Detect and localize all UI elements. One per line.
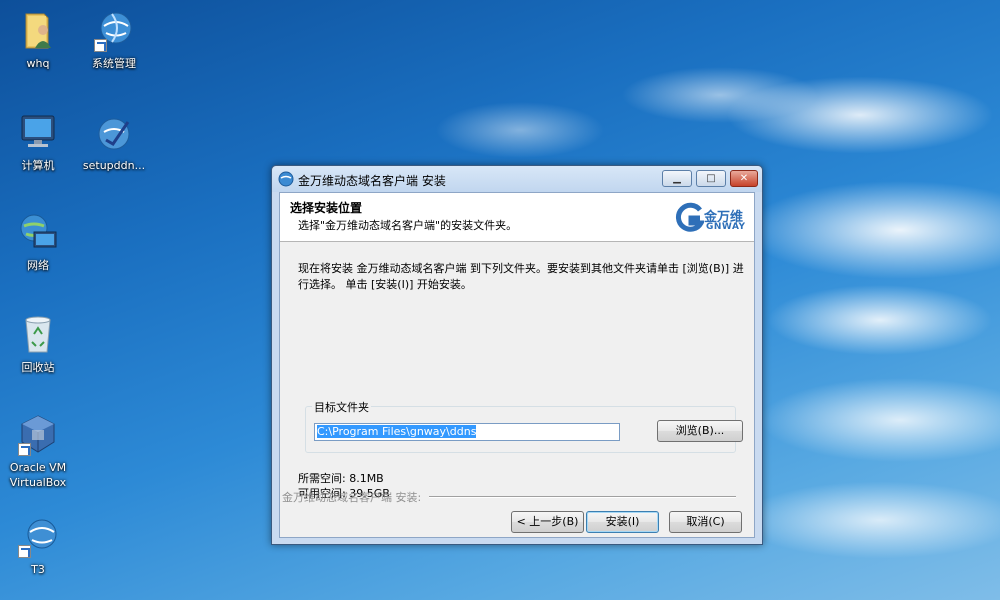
install-button[interactable]: 安装(I) [586,511,659,533]
user-folder-icon [16,8,60,52]
logo-text-en: GNWAY [706,222,746,232]
cancel-button[interactable]: 取消(C) [669,511,742,533]
browse-button[interactable]: 浏览(B)... [657,420,743,442]
installer-client-area: 选择安装位置 选择"金万维动态域名客户端"的安装文件夹。 金万维 GNWAY 现… [279,192,755,538]
close-button[interactable]: ✕ [730,170,758,187]
desktop-icon-t3[interactable]: T3 [2,514,74,577]
destination-folder-group: 目标文件夹 C:\Program Files\gnway\ddns 浏览(B).… [305,399,743,453]
install-description: 现在将安装 金万维动态域名客户端 到下列文件夹。要安装到其他文件夹请单击 [浏览… [298,262,744,291]
computer-icon [16,110,60,154]
back-button[interactable]: < 上一步(B) [511,511,584,533]
desktop-icon-recycle-bin[interactable]: 回收站 [2,312,74,375]
branding-divider: 金万维动态域名客户端 安装: [282,489,748,505]
installer-icon [92,110,136,154]
desktop-icon-virtualbox[interactable]: Oracle VM VirtualBox [2,412,74,490]
window-title: 金万维动态域名客户端 安装 [298,174,446,188]
shortcut-arrow-icon [94,39,107,52]
divider-line [429,496,736,498]
destination-path-input[interactable]: C:\Program Files\gnway\ddns [314,423,620,441]
shortcut-arrow-icon [18,545,31,558]
desktop-icon-setupddns[interactable]: setupddn... [78,110,150,173]
desktop: whq 系统管理 计算机 setupddn... 网络 回收站 Oracle V… [0,0,1000,600]
shortcut-arrow-icon [18,443,31,456]
desktop-icon-label: 回收站 [21,361,55,374]
wizard-header: 选择安装位置 选择"金万维动态域名客户端"的安装文件夹。 金万维 GNWAY [280,193,754,242]
page-subtitle: 选择"金万维动态域名客户端"的安装文件夹。 [298,219,518,232]
recycle-bin-icon [16,312,60,356]
installer-window: 金万维动态域名客户端 安装 ▁ □ ✕ 选择安装位置 选择"金万维动态域名客户端… [271,165,763,545]
gnway-globe-icon [92,8,136,52]
desktop-icon-label: T3 [31,563,45,576]
gnway-logo: 金万维 GNWAY [674,201,754,235]
desktop-icon-label: 计算机 [21,159,55,172]
desktop-icon-label: Oracle VM VirtualBox [9,461,67,489]
desktop-icon-whq[interactable]: whq [2,8,74,71]
space-required: 所需空间: 8.1MB [298,472,384,485]
title-bar[interactable]: 金万维动态域名客户端 安装 ▁ □ ✕ [272,166,762,192]
page-title: 选择安装位置 [290,201,363,215]
minimize-button[interactable]: ▁ [662,170,692,187]
maximize-button[interactable]: □ [696,170,726,187]
desktop-icon-label: setupddn... [82,159,146,172]
desktop-icon-computer[interactable]: 计算机 [2,110,74,173]
desktop-icon-system-management[interactable]: 系统管理 [78,8,150,71]
destination-path-value: C:\Program Files\gnway\ddns [317,425,477,438]
branding-text: 金万维动态域名客户端 安装: [282,491,422,504]
network-icon [16,210,60,254]
destination-folder-label: 目标文件夹 [312,399,371,415]
desktop-icon-label: 网络 [27,259,49,272]
gnway-g-icon [675,202,704,232]
desktop-icon-label: 系统管理 [92,57,136,70]
app-icon [278,171,294,187]
desktop-icon-label: whq [26,57,50,70]
virtualbox-icon [16,412,60,456]
t3-app-icon [16,514,60,558]
desktop-icon-network[interactable]: 网络 [2,210,74,273]
